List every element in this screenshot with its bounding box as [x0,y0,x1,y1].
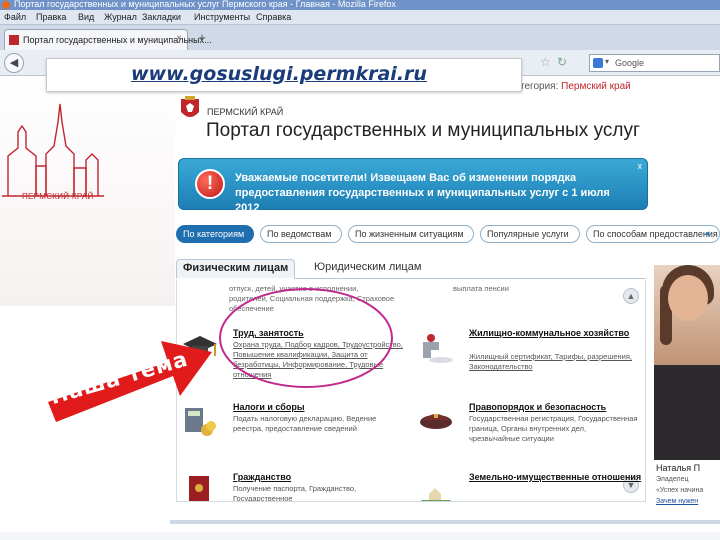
category-name[interactable]: Земельно-имущественные отношения [469,472,641,482]
browser-tab-label: Портал государственных и муниципальных..… [23,35,212,45]
search-box[interactable]: ▾ Google [589,54,720,72]
menu-bar: Файл Правка Вид Журнал Закладки Инструме… [0,10,720,25]
window-title: Портал государственных и муниципальных у… [14,0,396,9]
official-role: Эладелец [656,476,689,483]
official-name: Наталья П [656,463,701,473]
browser-tab-portal[interactable]: Портал государственных и муниципальных..… [4,29,212,50]
site-favicon-icon [9,35,19,45]
category-description[interactable]: Государственная регистрация, Государстве… [469,414,639,444]
category-name[interactable]: Налоги и сборы [233,402,305,412]
tab-bar: Портал государственных и муниципальных..… [0,25,720,50]
region-name: ПЕРМСКИЙ КРАЙ [207,107,284,117]
menu-tools[interactable]: Инструменты [194,12,250,22]
category-land-property[interactable]: Земельно-имущественные отношения [417,472,641,501]
tab-by-departments[interactable]: По ведомствам [260,225,342,243]
tab-popular-services[interactable]: Популярные услуги [480,225,580,243]
coat-of-arms-icon [181,96,199,117]
audience-tabs: Физическим лицам Юридическим лицам [176,257,646,279]
tab-individuals[interactable]: Физическим лицам [176,259,296,279]
category-name[interactable]: Труд, занятость [233,328,304,338]
tab-by-categories[interactable]: По категориям [176,225,254,243]
chevron-right-icon[interactable]: ◂ [705,228,710,239]
tab-by-life-situations[interactable]: По жизненным ситуациям [348,225,474,243]
menu-edit[interactable]: Правка [36,12,66,22]
tab-legal-entities[interactable]: Юридическим лицам [308,259,427,279]
list-item-snippet: отпуск, детей, участие в исполнении, род… [229,284,395,313]
window-titlebar: Портал государственных и муниципальных у… [0,0,720,10]
menu-view[interactable]: Вид [78,12,94,22]
category-description[interactable]: Подать налоговую декларацию, Ведение рее… [233,414,403,434]
faucet-icon [423,334,453,363]
menu-help[interactable]: Справка [256,12,291,22]
notice-banner[interactable]: ! Уважаемые посетители! Извещаем Вас об … [178,158,648,214]
chevron-down-icon[interactable]: ▾ [605,57,609,66]
category-description[interactable]: Охрана труда, Подбор кадров, Трудоустрой… [233,340,403,380]
category-housing[interactable]: Жилищно-коммунальное хозяйство Жилищный … [417,328,632,384]
search-engine-name: Google [615,58,645,68]
firefox-icon [2,1,10,9]
warning-icon: ! [195,169,225,199]
close-tab-icon[interactable]: × [176,33,182,44]
page-bottom-strip [0,532,720,540]
official-link[interactable]: Зачем нужен [656,496,720,507]
left-logo-text: ПЕРМСКИЙ КРАЙ [22,192,94,201]
official-photo [654,265,720,460]
official-card: Наталья П Эладелец «Успех начина Зачем н… [656,463,720,507]
back-button[interactable]: ◀ [4,53,24,73]
menu-file[interactable]: Файл [4,12,26,22]
portal-title: Портал государственных и муниципальных у… [206,120,640,141]
bookmark-star-icon[interactable]: ☆ [540,55,551,69]
category-label: тегория: [520,81,559,92]
official-quote: «Успех начина [656,487,704,494]
passport-icon [189,476,209,501]
category-citizenship[interactable]: Гражданство Получение паспорта, Гражданс… [181,472,391,501]
category-name[interactable]: Жилищно-коммунальное хозяйство [469,328,629,338]
category-description[interactable]: Жилищный сертификат, Тарифы, разрешения,… [469,352,639,372]
category-name[interactable]: Правопорядок и безопасность [469,402,606,412]
url-overlay-banner: www.gosuslugi.permkrai.ru [46,58,522,92]
scroll-up-button[interactable]: ▲ [623,288,639,304]
reload-icon[interactable]: ↻ [557,55,567,69]
kremlin-outline-icon [2,103,104,197]
category-list: отпуск, детей, участие в исполнении, род… [176,280,646,502]
category-indicator: тегория: Пермский край [520,81,631,92]
menu-history[interactable]: Журнал [104,12,137,22]
notice-text: Уважаемые посетители! Извещаем Вас об из… [235,172,610,214]
site-url-text[interactable]: www.gosuslugi.permkrai.ru [131,63,427,85]
menu-bookmarks[interactable]: Закладки [142,12,181,22]
police-cap-icon [420,414,452,429]
tab-by-delivery-method[interactable]: По способам предоставления [586,225,720,243]
photo-face [668,275,708,321]
list-item-snippet-right: выплата пенсии [453,284,509,293]
category-description[interactable]: Получение паспорта, Гражданство, Государ… [233,484,403,501]
category-name[interactable]: Гражданство [233,472,291,482]
new-tab-button[interactable]: + [192,30,212,46]
category-value[interactable]: Пермский край [561,81,631,92]
content-footer-bar [170,520,720,524]
category-law-order[interactable]: Правопорядок и безопасность Государствен… [417,402,638,454]
land-house-icon [421,488,451,501]
close-icon[interactable]: x [638,161,643,171]
category-tabs: По категориям По ведомствам По жизненным… [176,225,720,245]
photo-clothing [654,365,720,460]
google-icon [593,58,603,68]
